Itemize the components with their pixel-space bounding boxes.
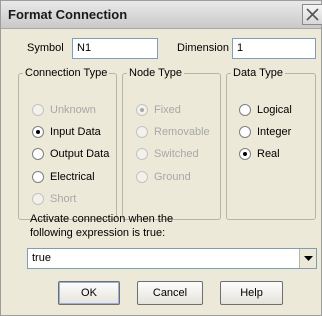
radio-label: Real — [257, 148, 280, 160]
dropdown-button[interactable] — [299, 249, 316, 268]
connection-type-group: Connection Type Unknown Input Data Outpu… — [18, 67, 117, 220]
symbol-label: Symbol — [27, 42, 64, 54]
radio-circle-icon — [239, 126, 251, 138]
radio-circle-icon — [32, 126, 44, 138]
expression-label-line2: following expression is true: — [30, 227, 166, 239]
dimension-label: Dimension — [177, 42, 229, 54]
radio-circle-icon — [32, 148, 44, 160]
ok-button[interactable]: OK — [58, 281, 120, 305]
data-type-label: Data Type — [233, 67, 283, 79]
radio-label: Switched — [154, 148, 199, 160]
radio-label: Electrical — [50, 171, 95, 183]
node-type-group: Node Type Fixed Removable Switched Groun… — [122, 67, 221, 220]
radio-circle-icon — [32, 104, 44, 116]
connection-type-label: Connection Type — [25, 67, 108, 79]
node-type-label: Node Type — [129, 67, 183, 79]
radio-label: Unknown — [50, 104, 96, 116]
radio-label: Removable — [154, 126, 210, 138]
close-button[interactable] — [302, 4, 322, 25]
expression-value: true — [32, 252, 51, 264]
data-type-group: Data Type Logical Integer Real — [226, 67, 316, 220]
radio-circle-icon — [239, 148, 251, 160]
radio-label: Output Data — [50, 148, 110, 160]
radio-label: Short — [50, 193, 77, 205]
chevron-down-icon — [304, 256, 313, 261]
radio-circle-icon — [136, 104, 148, 116]
dimension-field[interactable]: 1 — [232, 38, 316, 59]
radio-label: Input Data — [50, 126, 101, 138]
window-title: Format Connection — [8, 7, 128, 22]
close-icon — [306, 8, 319, 21]
cancel-button[interactable]: Cancel — [137, 281, 203, 305]
radio-circle-icon — [136, 148, 148, 160]
radio-circle-icon — [239, 104, 251, 116]
expression-label-line1: Activate connection when the — [30, 213, 174, 225]
radio-label: Fixed — [154, 104, 181, 116]
format-connection-dialog: Format Connection Symbol N1 Dimension 1 … — [0, 0, 322, 316]
radio-label: Logical — [257, 104, 292, 116]
radio-circle-icon — [136, 126, 148, 138]
radio-circle-icon — [32, 171, 44, 183]
symbol-field[interactable]: N1 — [72, 38, 158, 59]
title-bar[interactable]: Format Connection — [1, 1, 322, 29]
expression-combobox[interactable]: true — [27, 248, 317, 269]
radio-circle-icon — [136, 171, 148, 183]
radio-circle-icon — [32, 193, 44, 205]
help-button[interactable]: Help — [220, 281, 283, 305]
radio-label: Integer — [257, 126, 292, 138]
radio-label: Ground — [154, 171, 191, 183]
